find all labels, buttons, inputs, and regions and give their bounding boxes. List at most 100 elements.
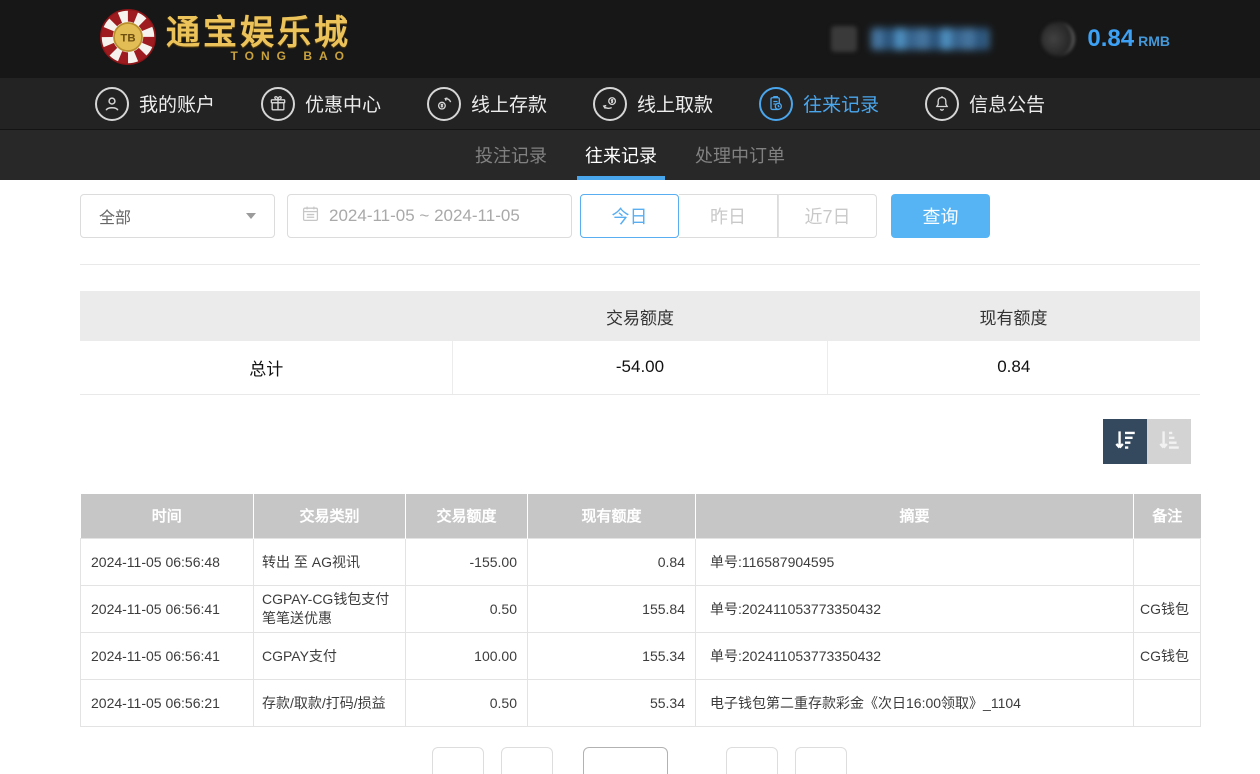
- summary-header-empty: [80, 291, 453, 341]
- cell-time: 2024-11-05 06:56:41: [81, 633, 254, 680]
- logo-text: 通宝娱乐城 TONG BAO: [166, 15, 351, 63]
- withdraw-icon: [593, 87, 627, 121]
- nav-label: 往来记录: [803, 90, 879, 117]
- logo-subtitle: TONG BAO: [166, 49, 351, 63]
- pagination-page-button[interactable]: [583, 747, 668, 774]
- cell-time: 2024-11-05 06:56:21: [81, 680, 254, 727]
- summary-total-transaction: -54.00: [453, 341, 827, 394]
- cell-amount: -155.00: [406, 539, 528, 586]
- nav-item-my-account[interactable]: 我的账户: [95, 87, 215, 121]
- quick-date-group: 今日 昨日 近7日: [580, 194, 877, 238]
- cell-type: CGPAY支付: [254, 633, 406, 680]
- type-select-value: 全部: [99, 204, 131, 228]
- pagination-next-button[interactable]: [726, 747, 778, 774]
- nav-label: 线上存款: [471, 90, 547, 117]
- header-right: 0.84RMB: [831, 22, 1170, 56]
- coin-icon: [1041, 22, 1075, 56]
- record-tabs: 投注记录 往来记录 处理中订单: [0, 130, 1260, 180]
- pagination-prev-button[interactable]: [501, 747, 553, 774]
- quick-label: 昨日: [710, 203, 746, 229]
- tab-pending-orders[interactable]: 处理中订单: [687, 130, 793, 180]
- tab-label: 投注记录: [475, 142, 547, 168]
- summary-total-label: 总计: [80, 341, 453, 394]
- col-note: 备注: [1134, 494, 1201, 539]
- sort-amount-desc-button[interactable]: [1103, 419, 1147, 464]
- balance-amount: 0.84: [1087, 25, 1134, 52]
- cell-time: 2024-11-05 06:56:48: [81, 539, 254, 586]
- summary-header-row: 交易额度 现有额度: [80, 291, 1200, 341]
- col-time: 时间: [81, 494, 254, 539]
- col-balance: 现有额度: [528, 494, 696, 539]
- cell-balance: 155.34: [528, 633, 696, 680]
- nav-label: 优惠中心: [305, 90, 381, 117]
- quick-today-button[interactable]: 今日: [580, 194, 679, 238]
- tab-transaction-records[interactable]: 往来记录: [577, 130, 665, 180]
- balance-currency: RMB: [1138, 33, 1170, 49]
- chevron-down-icon: [246, 213, 256, 219]
- quick-label: 近7日: [804, 203, 850, 229]
- page: TB 通宝娱乐城 TONG BAO 0.84RMB 我的账户: [0, 0, 1260, 774]
- sort-amount-asc-button[interactable]: [1147, 419, 1191, 464]
- nav-item-withdraw[interactable]: 线上取款: [593, 87, 713, 121]
- cell-amount: 100.00: [406, 633, 528, 680]
- sort-controls: [80, 419, 1200, 464]
- balance: 0.84RMB: [1087, 25, 1170, 53]
- quick-last7days-button[interactable]: 近7日: [778, 194, 877, 238]
- content: 全部 2024-11-05 ~ 2024-11-05 今日 昨日: [80, 194, 1200, 727]
- user-icon: [95, 87, 129, 121]
- chip-label: TB: [120, 32, 135, 44]
- site-logo[interactable]: TB 通宝娱乐城 TONG BAO: [100, 9, 351, 70]
- summary-total-row: 总计 -54.00 0.84: [80, 341, 1200, 394]
- calendar-icon: [302, 205, 319, 227]
- pagination-last-button[interactable]: [795, 747, 847, 774]
- poker-chip-icon: TB: [100, 9, 156, 70]
- gift-icon: [261, 87, 295, 121]
- table-row: 2024-11-05 06:56:41 CGPAY支付 100.00 155.3…: [81, 633, 1201, 680]
- date-range-input[interactable]: 2024-11-05 ~ 2024-11-05: [287, 194, 572, 238]
- sort-amount-desc-icon: [1112, 427, 1138, 456]
- nav-item-promotions[interactable]: 优惠中心: [261, 87, 381, 121]
- cell-amount: 0.50: [406, 680, 528, 727]
- tab-betting-records[interactable]: 投注记录: [467, 130, 555, 180]
- cell-type: 存款/取款/打码/损益: [254, 680, 406, 727]
- summary-table: 交易额度 现有额度 总计 -54.00 0.84: [80, 291, 1200, 395]
- cell-summary: 单号:202411053773350432: [696, 586, 1134, 633]
- filter-row: 全部 2024-11-05 ~ 2024-11-05 今日 昨日: [80, 194, 1200, 238]
- cell-balance: 55.34: [528, 680, 696, 727]
- table-row: 2024-11-05 06:56:21 存款/取款/打码/损益 0.50 55.…: [81, 680, 1201, 727]
- cell-summary: 单号:116587904595: [696, 539, 1134, 586]
- nav-item-announcements[interactable]: 信息公告: [925, 87, 1045, 121]
- tab-label: 往来记录: [585, 142, 657, 168]
- pagination-first-button[interactable]: [432, 747, 484, 774]
- logo-title: 通宝娱乐城: [166, 15, 351, 51]
- summary-header-balance: 现有额度: [827, 291, 1200, 341]
- nav-label: 线上取款: [637, 90, 713, 117]
- col-summary: 摘要: [696, 494, 1134, 539]
- quick-yesterday-button[interactable]: 昨日: [679, 194, 778, 238]
- col-type: 交易类别: [254, 494, 406, 539]
- cell-summary: 单号:202411053773350432: [696, 633, 1134, 680]
- deposit-icon: [427, 87, 461, 121]
- cell-balance: 155.84: [528, 586, 696, 633]
- nav-item-transaction-records[interactable]: 往来记录: [759, 87, 879, 121]
- records-icon: [759, 87, 793, 121]
- sort-amount-asc-icon: [1156, 427, 1182, 456]
- nav-item-deposit[interactable]: 线上存款: [427, 87, 547, 121]
- tab-label: 处理中订单: [695, 142, 785, 168]
- nav-label: 我的账户: [139, 90, 215, 117]
- cell-note: CG钱包: [1134, 586, 1201, 633]
- cell-type: CGPAY-CG钱包支付笔笔送优惠: [254, 586, 406, 633]
- top-header: TB 通宝娱乐城 TONG BAO 0.84RMB: [0, 0, 1260, 78]
- cell-note: [1134, 680, 1201, 727]
- main-nav: 我的账户 优惠中心 线上存款: [0, 78, 1260, 130]
- search-button[interactable]: 查询: [891, 194, 990, 238]
- summary-header-transaction: 交易额度: [453, 291, 827, 341]
- col-amount: 交易额度: [406, 494, 528, 539]
- username: [871, 28, 989, 50]
- table-row: 2024-11-05 06:56:48 转出 至 AG视讯 -155.00 0.…: [81, 539, 1201, 586]
- cell-type: 转出 至 AG视讯: [254, 539, 406, 586]
- date-range-value: 2024-11-05 ~ 2024-11-05: [329, 206, 520, 226]
- type-select[interactable]: 全部: [80, 194, 275, 238]
- summary-total-balance: 0.84: [827, 341, 1200, 394]
- cell-note: [1134, 539, 1201, 586]
